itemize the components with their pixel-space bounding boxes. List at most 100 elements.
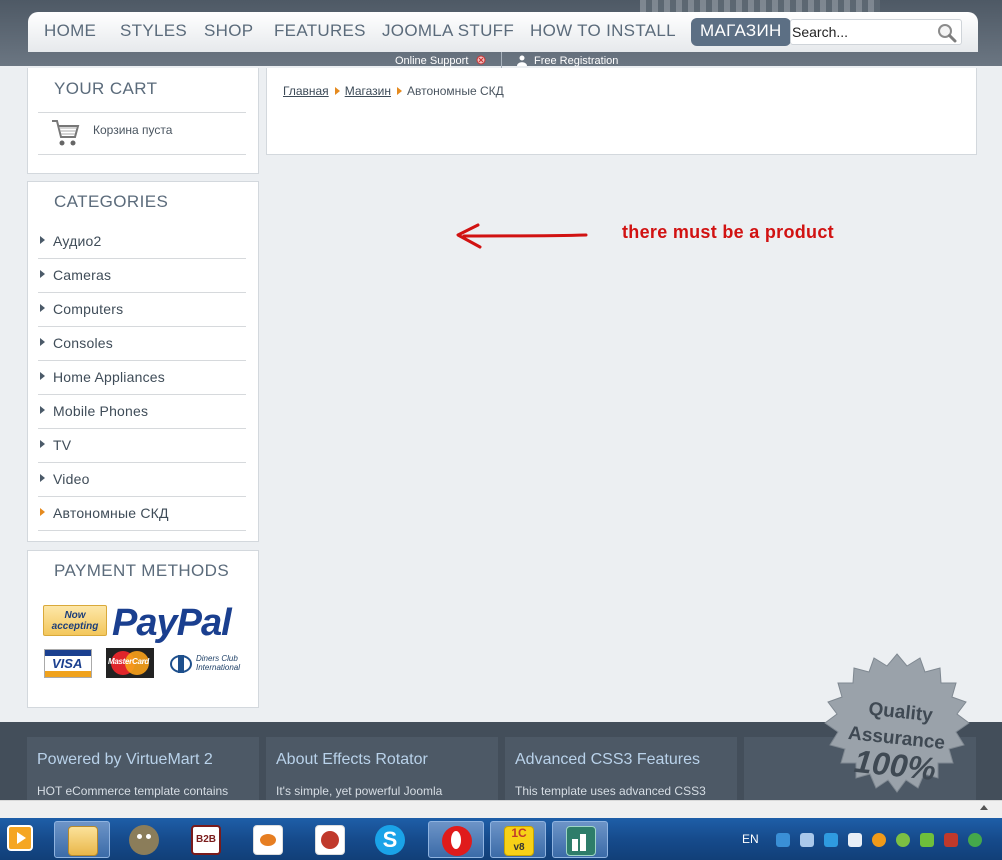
category-item[interactable]: Video	[38, 463, 246, 497]
bluetooth-icon[interactable]	[800, 833, 814, 847]
user-icon	[517, 55, 527, 66]
arrow-right-icon	[40, 474, 45, 482]
category-item[interactable]: TV	[38, 429, 246, 463]
browser-scrollbar[interactable]	[0, 800, 1002, 818]
taskbar-app-orange[interactable]	[240, 821, 296, 858]
taskbar-app-green[interactable]	[552, 821, 608, 858]
category-label: TV	[53, 437, 72, 453]
category-label: Home Appliances	[53, 369, 165, 385]
seal-icon	[315, 825, 345, 855]
nav-magazin[interactable]: МАГАЗИН	[691, 18, 791, 46]
taskbar-1c[interactable]: 1С v8	[490, 821, 546, 858]
payment-box: PAYMENT METHODS Now accepting PayPal VIS…	[27, 550, 259, 708]
search-input[interactable]	[791, 20, 931, 44]
category-item-active[interactable]: Автономные СКД	[38, 497, 246, 531]
category-item[interactable]: Cameras	[38, 259, 246, 293]
breadcrumb-current: Автономные СКД	[406, 84, 504, 98]
free-registration-link[interactable]: Free Registration	[534, 55, 618, 67]
category-label: Consoles	[53, 335, 113, 351]
footer-title: Powered by VirtueMart 2	[37, 751, 213, 768]
opera-icon	[442, 826, 472, 856]
nav-styles[interactable]: STYLES	[120, 21, 187, 41]
category-label: Mobile Phones	[53, 403, 149, 419]
app-green-icon	[566, 826, 596, 856]
nav-features[interactable]: FEATURES	[274, 21, 366, 41]
taskbar-skype[interactable]: S	[362, 821, 418, 858]
paypal-logo: PayPal	[112, 602, 232, 644]
search-box	[790, 19, 962, 45]
taskbar-b2b[interactable]: B2B	[178, 821, 234, 858]
badge-line-3: 100%	[853, 743, 938, 787]
nav-how-to-install[interactable]: HOW TO INSTALL	[530, 21, 676, 41]
skype-icon: S	[375, 825, 405, 855]
category-label: Computers	[53, 301, 124, 317]
search-icon[interactable]	[937, 23, 957, 43]
arrow-right-icon	[40, 508, 45, 516]
category-label: Video	[53, 471, 90, 487]
tray-green-icon[interactable]	[920, 833, 934, 847]
b2b-icon: B2B	[191, 825, 221, 855]
arrow-right-icon	[40, 236, 45, 244]
1c-icon: 1С v8	[504, 826, 534, 856]
antivirus-icon[interactable]	[896, 833, 910, 847]
arrow-right-icon	[40, 270, 45, 278]
en-keyboard-icon[interactable]	[944, 833, 958, 847]
cart-empty-text: Корзина пуста	[93, 123, 173, 137]
language-indicator[interactable]: EN	[742, 832, 759, 846]
nav-shop[interactable]: SHOP	[204, 21, 253, 41]
scroll-up-icon[interactable]	[980, 805, 988, 810]
taskbar-explorer[interactable]	[54, 821, 110, 858]
visa-card: VISA	[44, 649, 92, 678]
cart-box: YOUR CART Корзина пуста	[27, 68, 259, 174]
red-arrow-icon	[456, 223, 588, 249]
cart-icon	[52, 120, 80, 146]
annotation-text: there must be a product	[622, 222, 834, 242]
arrow-right-icon	[40, 304, 45, 312]
arrow-right-icon	[40, 406, 45, 414]
arrow-right-icon	[40, 338, 45, 346]
category-item[interactable]: Home Appliances	[38, 361, 246, 395]
breadcrumb: Главная Магазин Автономные СКД	[283, 84, 504, 98]
shield-check-icon[interactable]	[968, 833, 982, 847]
breadcrumb-separator-icon	[396, 87, 402, 95]
now-accepting-badge: Now accepting	[43, 605, 107, 636]
cart-title: YOUR CART	[54, 79, 158, 98]
skype-tray-icon[interactable]	[824, 833, 838, 847]
footer-column: Advanced CSS3 Features This template use…	[505, 737, 737, 807]
footer-column: Powered by VirtueMart 2 HOT eCommerce te…	[27, 737, 259, 807]
taskbar-app-seal[interactable]	[302, 821, 358, 858]
category-item[interactable]: Consoles	[38, 327, 246, 361]
folder-icon	[68, 826, 98, 856]
quality-badge: Quality Assurance 100%	[824, 653, 970, 793]
footer-column: About Effects Rotator It's simple, yet p…	[266, 737, 498, 807]
tray-app-icon[interactable]	[848, 833, 862, 847]
category-label: Аудио2	[53, 233, 102, 249]
category-item[interactable]: Аудио2	[38, 225, 246, 259]
footer-text: HOT eCommerce template contains	[37, 784, 229, 798]
nav-joomla-stuff[interactable]: JOOMLA STUFF	[382, 21, 514, 41]
update-icon[interactable]	[872, 833, 886, 847]
media-player-icon	[7, 825, 33, 851]
footer-title: Advanced CSS3 Features	[515, 751, 700, 768]
taskbar-opera[interactable]	[428, 821, 484, 858]
category-item[interactable]: Computers	[38, 293, 246, 327]
payment-title: PAYMENT METHODS	[54, 561, 230, 580]
taskbar-media-player[interactable]	[2, 821, 38, 858]
category-label: Cameras	[53, 267, 112, 283]
categories-title: CATEGORIES	[54, 192, 169, 211]
footer-title: About Effects Rotator	[276, 751, 428, 768]
main-content: Главная Магазин Автономные СКД	[266, 68, 977, 155]
footer-text: It's simple, yet powerful Joomla	[276, 784, 443, 798]
breadcrumb-shop[interactable]: Магазин	[345, 84, 391, 98]
nav-home[interactable]: HOME	[44, 21, 96, 41]
cart-row: Корзина пуста	[38, 112, 246, 155]
network-icon[interactable]	[776, 833, 790, 847]
online-support-link[interactable]: Online Support	[395, 55, 468, 67]
breadcrumb-home[interactable]: Главная	[283, 84, 329, 98]
arrow-right-icon	[40, 440, 45, 448]
category-item[interactable]: Mobile Phones	[38, 395, 246, 429]
windows-taskbar: B2B S 1С v8 EN	[0, 818, 1002, 860]
breadcrumb-separator-icon	[334, 87, 340, 95]
arrow-right-icon	[40, 372, 45, 380]
taskbar-gimp[interactable]	[116, 821, 172, 858]
